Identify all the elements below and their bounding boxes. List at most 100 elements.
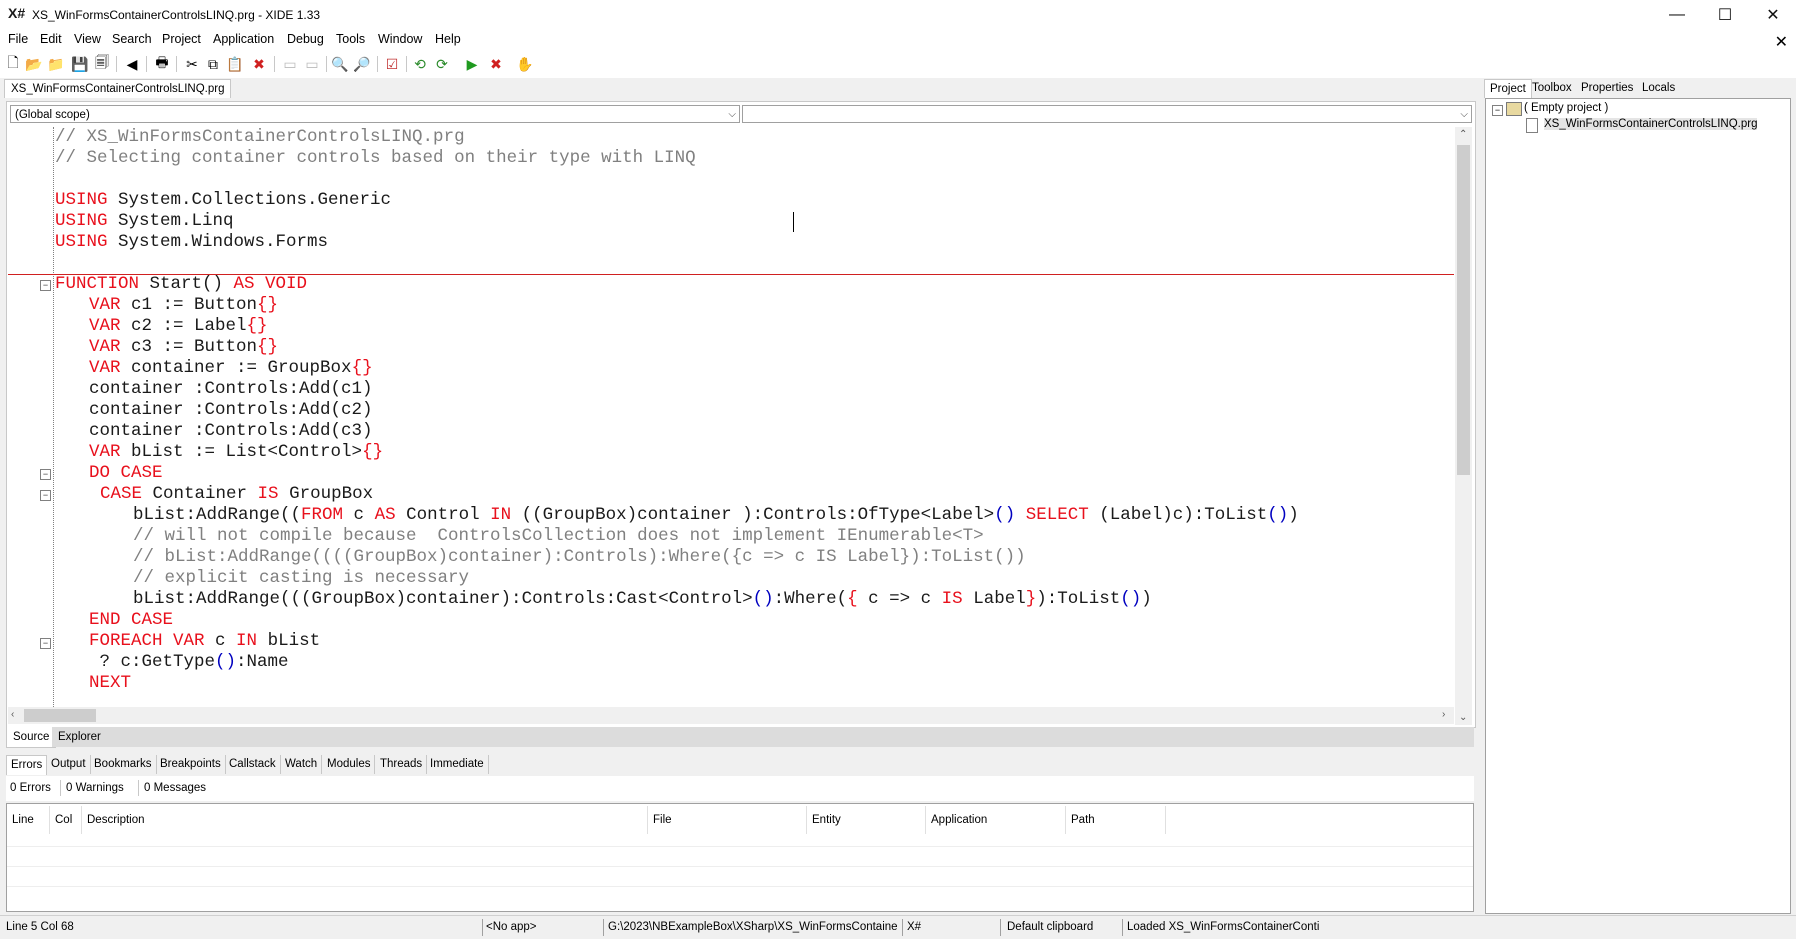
tab-modules[interactable]: Modules bbox=[323, 755, 376, 774]
project-file-item[interactable]: XS_WinFormsContainerControlsLINQ.prg bbox=[1544, 118, 1758, 130]
tab-project[interactable]: Project bbox=[1484, 79, 1532, 98]
tab-source[interactable]: Source bbox=[6, 727, 57, 748]
copy-icon[interactable]: ⧉ bbox=[204, 55, 222, 73]
menu-edit[interactable]: Edit bbox=[40, 32, 62, 46]
status-language: X# bbox=[907, 921, 922, 933]
hand-icon[interactable]: ✋ bbox=[516, 55, 534, 73]
editor-tab-strip bbox=[100, 727, 1474, 747]
menu-help[interactable]: Help bbox=[435, 32, 461, 46]
maximize-button[interactable]: ☐ bbox=[1702, 0, 1748, 30]
scroll-right-icon[interactable]: › bbox=[1442, 709, 1445, 720]
delete-icon[interactable]: ✖ bbox=[250, 55, 268, 73]
row-divider bbox=[7, 866, 1473, 867]
tab-bookmarks[interactable]: Bookmarks bbox=[90, 755, 157, 774]
code-line: USING System.Linq bbox=[55, 211, 234, 231]
app-logo-icon: X# bbox=[8, 5, 26, 21]
menu-project[interactable]: Project bbox=[162, 32, 201, 46]
status-separator bbox=[482, 919, 483, 936]
save-all-icon[interactable]: 🗐 bbox=[93, 54, 111, 73]
status-clipboard: Default clipboard bbox=[1007, 921, 1094, 933]
gutter-line bbox=[53, 127, 54, 707]
error-list[interactable]: Line Col Description File Entity Applica… bbox=[6, 803, 1474, 912]
tab-locals[interactable]: Locals bbox=[1637, 79, 1680, 97]
code-line: USING System.Windows.Forms bbox=[55, 232, 329, 252]
project-root-label[interactable]: ( Empty project ) bbox=[1524, 102, 1608, 114]
error-count[interactable]: 0 Errors bbox=[10, 782, 51, 794]
menu-bar: File Edit View Search Project Applicatio… bbox=[0, 30, 1796, 52]
find-icon[interactable]: 🔍 bbox=[331, 55, 349, 73]
new-file-icon[interactable]: 🗋 bbox=[4, 54, 22, 73]
code-line: DO CASE bbox=[89, 463, 163, 483]
run-icon[interactable]: ▶ bbox=[463, 55, 481, 73]
stop-icon[interactable]: ✖ bbox=[487, 55, 505, 73]
close-icon: ✕ bbox=[1766, 7, 1780, 24]
column-header-path[interactable]: Path bbox=[1066, 806, 1166, 834]
column-header-col[interactable]: Col bbox=[50, 806, 82, 834]
column-header-file[interactable]: File bbox=[648, 806, 807, 834]
tab-callstack[interactable]: Callstack bbox=[225, 755, 281, 774]
build-icon[interactable]: ⟲ bbox=[411, 55, 429, 73]
minimize-button[interactable]: — bbox=[1654, 0, 1700, 30]
print-icon[interactable]: 🖶 bbox=[153, 54, 171, 73]
scroll-up-icon[interactable]: ⌃ bbox=[1459, 129, 1467, 140]
menu-window[interactable]: Window bbox=[378, 32, 422, 46]
menu-view[interactable]: View bbox=[74, 32, 101, 46]
column-header-description[interactable]: Description bbox=[82, 806, 648, 834]
tab-breakpoints[interactable]: Breakpoints bbox=[156, 755, 226, 774]
tab-errors[interactable]: Errors bbox=[6, 755, 48, 775]
text-caret bbox=[793, 212, 794, 232]
scroll-left-icon[interactable]: ‹ bbox=[11, 709, 14, 720]
tab-toolbox[interactable]: Toolbox bbox=[1527, 79, 1577, 97]
cut-icon[interactable]: ✂ bbox=[183, 55, 201, 73]
fold-toggle-icon[interactable]: − bbox=[40, 638, 51, 649]
scroll-down-icon[interactable]: ⌄ bbox=[1459, 712, 1467, 723]
checklist-icon[interactable]: ☑ bbox=[383, 55, 401, 73]
close-window-button[interactable]: ✕ bbox=[1750, 0, 1796, 30]
fold-toggle-icon[interactable]: − bbox=[40, 469, 51, 480]
back-icon[interactable]: ◀ bbox=[123, 55, 141, 73]
tree-expander-icon[interactable]: − bbox=[1492, 105, 1503, 116]
code-line: container :Controls:Add(c2) bbox=[89, 400, 373, 420]
tab-properties[interactable]: Properties bbox=[1576, 79, 1638, 97]
document-tab[interactable]: XS_WinFormsContainerControlsLINQ.prg bbox=[4, 79, 232, 98]
tab-threads[interactable]: Threads bbox=[376, 755, 428, 774]
save-icon[interactable]: 💾 bbox=[71, 55, 89, 73]
menu-application[interactable]: Application bbox=[213, 32, 274, 46]
member-combo[interactable]: ⌵ bbox=[742, 105, 1472, 123]
close-document-icon[interactable]: ✕ bbox=[1775, 32, 1788, 52]
status-separator bbox=[902, 919, 903, 936]
project-tree[interactable]: − ( Empty project ) XS_WinFormsContainer… bbox=[1485, 98, 1791, 914]
vertical-scroll-thumb[interactable] bbox=[1457, 145, 1470, 475]
find-in-files-icon[interactable]: 🔎 bbox=[353, 55, 371, 73]
window-title: XS_WinFormsContainerControlsLINQ.prg - X… bbox=[32, 8, 321, 22]
paste-icon[interactable]: 📋 bbox=[226, 55, 244, 73]
tab-explorer[interactable]: Explorer bbox=[52, 727, 107, 747]
rebuild-icon[interactable]: ⟳ bbox=[433, 55, 451, 73]
code-line: bList:AddRange(((GroupBox)container):Con… bbox=[133, 589, 1152, 609]
open-folder-icon[interactable]: 📁 bbox=[47, 55, 65, 73]
menu-search[interactable]: Search bbox=[112, 32, 152, 46]
toolbar: 🗋 📂 📁 💾 🗐 ◀ 🖶 ✂ ⧉ 📋 ✖ ▭ ▭ 🔍 🔎 ☑ ⟲ ⟳ ▶ ✖ … bbox=[0, 50, 1796, 78]
disabled-icon-1: ▭ bbox=[283, 55, 297, 72]
scope-combo[interactable]: (Global scope) ⌵ bbox=[10, 105, 740, 123]
disabled-icon-2: ▭ bbox=[305, 55, 319, 72]
column-header-application[interactable]: Application bbox=[926, 806, 1066, 834]
status-bar: Line 5 Col 68 <No app> G:\2023\NBExample… bbox=[0, 915, 1796, 939]
tab-immediate[interactable]: Immediate bbox=[426, 755, 489, 774]
tab-watch[interactable]: Watch bbox=[281, 755, 323, 774]
column-header-line[interactable]: Line bbox=[7, 806, 50, 834]
horizontal-scroll-thumb[interactable] bbox=[24, 709, 96, 722]
chevron-down-icon: ⌵ bbox=[728, 109, 736, 120]
menu-tools[interactable]: Tools bbox=[336, 32, 365, 46]
fold-toggle-icon[interactable]: − bbox=[40, 490, 51, 501]
fold-toggle-icon[interactable]: − bbox=[40, 280, 51, 291]
tab-output[interactable]: Output bbox=[47, 755, 91, 774]
menu-file[interactable]: File bbox=[8, 32, 28, 46]
open-file-icon[interactable]: 📂 bbox=[25, 55, 43, 73]
message-count[interactable]: 0 Messages bbox=[144, 782, 206, 794]
horizontal-scrollbar[interactable] bbox=[8, 707, 1454, 724]
column-header-entity[interactable]: Entity bbox=[807, 806, 926, 834]
menu-debug[interactable]: Debug bbox=[287, 32, 324, 46]
warning-count[interactable]: 0 Warnings bbox=[66, 782, 124, 794]
count-separator bbox=[138, 780, 139, 796]
